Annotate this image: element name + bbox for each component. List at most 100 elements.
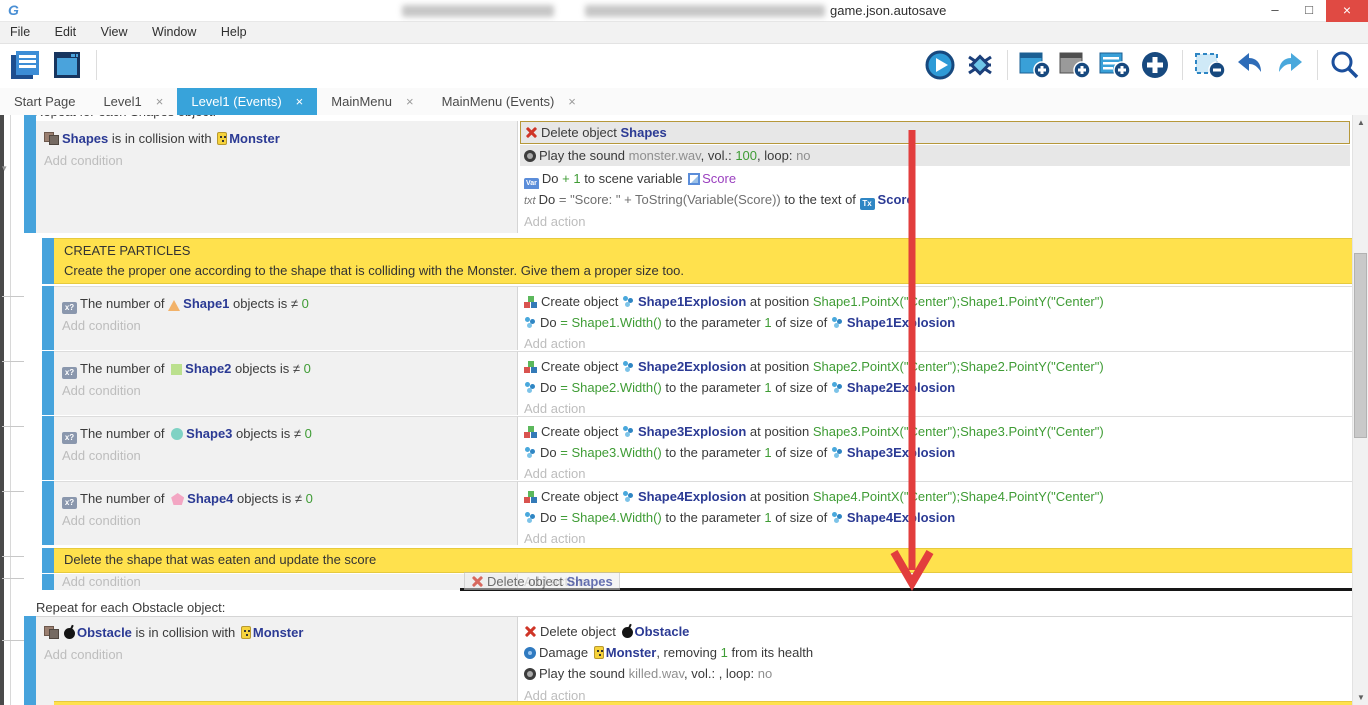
particle-emitter-icon [524, 316, 537, 329]
repeat-obstacle-header[interactable]: Repeat for each Obstacle object: [36, 600, 225, 615]
scroll-up-icon[interactable]: ▲ [1353, 118, 1368, 127]
comment-partial[interactable] [54, 701, 1352, 705]
add-condition-link[interactable]: Add condition [44, 150, 513, 171]
toolbar-separator [1182, 50, 1183, 80]
create-object-icon [524, 490, 538, 503]
close-button[interactable]: × [1326, 0, 1368, 22]
delete-cross-icon [525, 126, 538, 139]
project-manager-icon[interactable] [8, 48, 42, 82]
tab-start-page[interactable]: Start Page [0, 88, 89, 115]
menu-view[interactable]: View [91, 22, 138, 39]
event-bar[interactable] [42, 286, 54, 350]
comment-create-particles[interactable]: CREATE PARTICLES Create the proper one a… [54, 238, 1352, 284]
monster-icon [217, 132, 227, 145]
add-element-icon[interactable] [1138, 48, 1172, 82]
add-action-link[interactable]: Add action [524, 211, 1348, 232]
tab-close-icon[interactable]: × [568, 94, 576, 109]
particle-emitter-icon [524, 511, 537, 524]
action-row-create-object[interactable]: Create object Shape4Explosion at positio… [524, 486, 1348, 507]
undo-icon[interactable] [1233, 48, 1267, 82]
action-row-delete-obstacle[interactable]: Delete object Obstacle [524, 621, 1348, 642]
delete-cross-icon [471, 575, 484, 588]
scene-editor-icon[interactable] [50, 48, 84, 82]
add-condition-link[interactable]: Add condition [62, 510, 513, 531]
redo-icon[interactable] [1273, 48, 1307, 82]
action-row-delete-shapes[interactable]: Delete object Shapes [520, 121, 1350, 144]
action-row-create-object[interactable]: Create object Shape1Explosion at positio… [524, 291, 1348, 312]
circle-icon [171, 428, 183, 440]
menu-help[interactable]: Help [211, 22, 257, 39]
add-condition-link[interactable]: Add condition [44, 644, 513, 665]
vertical-scrollbar[interactable]: ▲ ▼ [1352, 115, 1368, 705]
minimize-button[interactable]: – [1258, 0, 1292, 22]
add-condition-link[interactable]: Add condition [62, 571, 513, 592]
add-comment-icon[interactable] [1098, 48, 1132, 82]
menu-file[interactable]: File [0, 22, 40, 39]
bomb-icon [64, 628, 75, 639]
action-row-set-size[interactable]: Do = Shape3.Width() to the parameter 1 o… [524, 442, 1348, 463]
gutter-tick [2, 640, 24, 641]
condition-row[interactable]: x?The number of Shape2 objects is ≠ 0 [62, 358, 513, 379]
object-count-icon: x? [62, 497, 77, 509]
menu-edit[interactable]: Edit [45, 22, 87, 39]
particle-emitter-icon [622, 295, 635, 308]
event-bar[interactable] [42, 481, 54, 545]
shape2-event-conditions: x?The number of Shape2 objects is ≠ 0 Ad… [54, 351, 517, 415]
event-bar[interactable] [42, 416, 54, 480]
tab-close-icon[interactable]: × [406, 94, 414, 109]
action-row-play-sound[interactable]: Play the sound monster.wav, vol.: 100, l… [520, 145, 1350, 166]
condition-row[interactable]: Shapes is in collision with Monster [44, 128, 513, 149]
action-row-set-size[interactable]: Do = Shape2.Width() to the parameter 1 o… [524, 377, 1348, 398]
add-condition-link[interactable]: Add condition [62, 380, 513, 401]
tab-close-icon[interactable]: × [296, 94, 304, 109]
action-row-set-size[interactable]: Do = Shape4.Width() to the parameter 1 o… [524, 507, 1348, 528]
comment-bar[interactable] [42, 238, 54, 284]
window-title: game.json.autosave [830, 3, 946, 18]
event-bar[interactable] [42, 351, 54, 415]
condition-row[interactable]: Obstacle is in collision with Monster [44, 622, 513, 643]
gutter-tick [2, 556, 24, 557]
action-row-play-sound[interactable]: Play the sound killed.wav, vol.: , loop:… [524, 663, 1348, 684]
action-row-create-object[interactable]: Create object Shape3Explosion at positio… [524, 421, 1348, 442]
action-row-damage-monster[interactable]: Damage Monster, removing 1 from its heal… [524, 642, 1348, 663]
scrollbar-thumb[interactable] [1354, 253, 1367, 438]
object-count-icon: x? [62, 432, 77, 444]
shape1-event-conditions: x?The number of Shape1 objects is ≠ 0 Ad… [54, 286, 517, 350]
search-icon[interactable] [1328, 48, 1362, 82]
add-condition-link[interactable]: Add condition [62, 315, 513, 336]
tab-level1[interactable]: Level1× [89, 88, 177, 115]
create-object-icon [524, 425, 538, 438]
event-bar[interactable] [24, 616, 36, 705]
event-bar[interactable] [24, 115, 36, 233]
scroll-down-icon[interactable]: ▼ [1353, 693, 1368, 702]
monster-icon [241, 626, 251, 639]
action-row-set-text[interactable]: txtDo = "Score: " + ToString(Variable(Sc… [524, 189, 1348, 210]
repeat-shapes-header[interactable]: Repeat for each Shapes object: [34, 115, 216, 119]
action-row-create-object[interactable]: Create object Shape2Explosion at positio… [524, 356, 1348, 377]
tab-close-icon[interactable]: × [156, 94, 164, 109]
add-condition-link[interactable]: Add condition [62, 445, 513, 466]
add-action-link[interactable]: Add action [524, 528, 1348, 549]
particle-emitter-icon [622, 360, 635, 373]
tab-level1-events[interactable]: Level1 (Events)× [177, 88, 317, 115]
fold-triangle-icon[interactable]: ▾ [2, 163, 7, 174]
menu-window[interactable]: Window [142, 22, 206, 39]
condition-row[interactable]: x?The number of Shape3 objects is ≠ 0 [62, 423, 513, 444]
add-sub-event-icon[interactable] [1058, 48, 1092, 82]
condition-row[interactable]: x?The number of Shape1 objects is ≠ 0 [62, 293, 513, 314]
delete-event-icon[interactable] [1193, 48, 1227, 82]
event-bar[interactable] [42, 574, 54, 590]
action-row-scene-variable[interactable]: VarDo + 1 to scene variable Score [524, 168, 1348, 189]
action-row-set-size[interactable]: Do = Shape1.Width() to the parameter 1 o… [524, 312, 1348, 333]
play-icon[interactable] [923, 48, 957, 82]
add-event-icon[interactable] [1018, 48, 1052, 82]
toolbar-separator [96, 50, 97, 80]
debug-icon[interactable] [963, 48, 997, 82]
comment-bar[interactable] [42, 548, 54, 573]
tab-mainmenu-events[interactable]: MainMenu (Events)× [428, 88, 590, 115]
tab-mainmenu[interactable]: MainMenu× [317, 88, 427, 115]
maximize-button[interactable]: □ [1292, 0, 1326, 22]
comment-delete-shape[interactable]: Delete the shape that was eaten and upda… [54, 548, 1352, 573]
shape3-event-conditions: x?The number of Shape3 objects is ≠ 0 Ad… [54, 416, 517, 480]
condition-row[interactable]: x?The number of Shape4 objects is ≠ 0 [62, 488, 513, 509]
